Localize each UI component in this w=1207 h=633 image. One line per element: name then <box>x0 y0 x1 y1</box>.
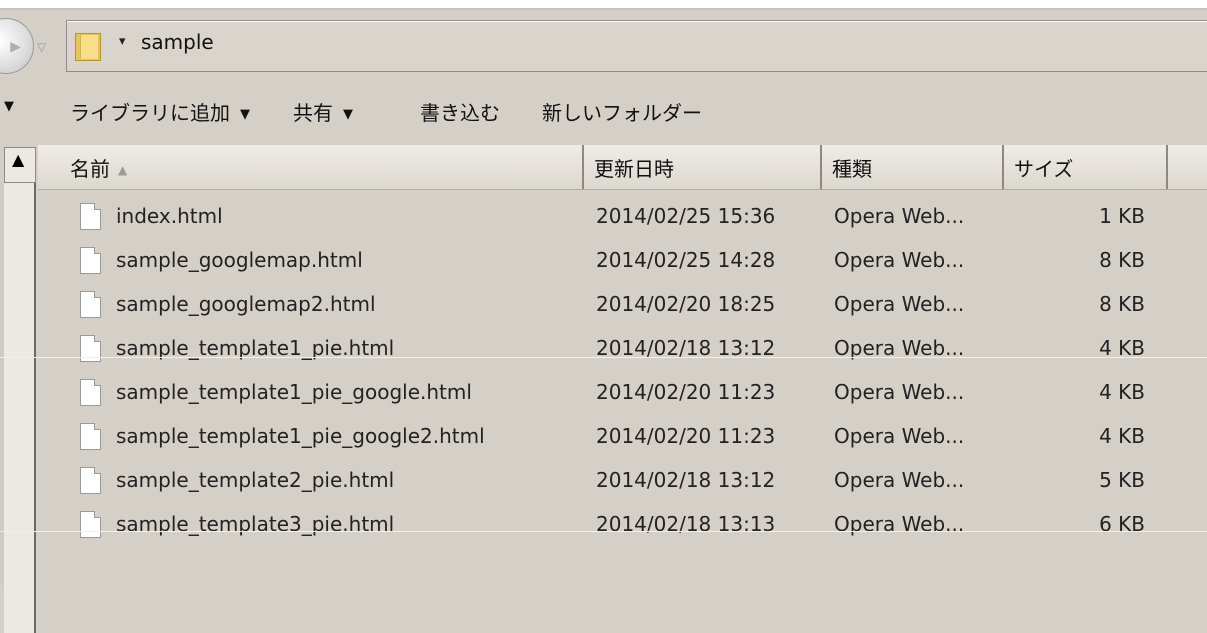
html-file-icon <box>80 203 101 230</box>
file-row[interactable]: sample_googlemap.html 2014/02/25 14:28 O… <box>38 240 1207 284</box>
file-size: 1 KB <box>1099 204 1145 228</box>
recent-pages-dropdown-icon[interactable]: ▽ <box>37 40 46 54</box>
file-date: 2014/02/20 11:23 <box>596 424 776 448</box>
share-button[interactable]: 共有 ▼ <box>293 97 353 126</box>
file-date: 2014/02/20 18:25 <box>596 292 776 316</box>
file-row[interactable]: sample_template1_pie_google.html 2014/02… <box>38 372 1207 416</box>
breadcrumb-dropdown-icon[interactable]: ▾ <box>119 34 126 49</box>
file-size: 4 KB <box>1099 424 1145 448</box>
file-name: sample_template1_pie_google.html <box>116 380 472 404</box>
file-date: 2014/02/18 13:13 <box>596 512 776 536</box>
file-name: index.html <box>116 204 223 228</box>
column-divider[interactable] <box>1166 145 1168 189</box>
breadcrumb-folder-sample[interactable]: sample <box>141 30 214 54</box>
render-artifact-line <box>0 531 1207 532</box>
burn-button[interactable]: 書き込む <box>420 97 500 126</box>
column-type-label: 種類 <box>832 157 872 181</box>
file-type: Opera Web... <box>834 204 965 228</box>
file-date: 2014/02/18 13:12 <box>596 468 776 492</box>
organize-dropdown-icon[interactable]: ▼ <box>4 99 14 114</box>
column-date-label: 更新日時 <box>594 157 674 181</box>
file-row[interactable]: index.html 2014/02/25 15:36 Opera Web...… <box>38 196 1207 240</box>
html-file-icon <box>80 247 101 274</box>
file-type: Opera Web... <box>834 292 965 316</box>
html-file-icon <box>80 511 101 538</box>
html-file-icon <box>80 423 101 450</box>
html-file-icon <box>80 467 101 494</box>
file-size: 6 KB <box>1099 512 1145 536</box>
share-label: 共有 <box>293 101 333 125</box>
window-top-edge <box>0 0 1207 8</box>
scroll-up-icon: ▲ <box>12 150 25 169</box>
scroll-up-button[interactable]: ▲ <box>4 147 36 183</box>
file-name: sample_googlemap.html <box>116 248 363 272</box>
file-size: 5 KB <box>1099 468 1145 492</box>
address-bar[interactable]: ▾ sample <box>66 20 1207 72</box>
file-list: index.html 2014/02/25 15:36 Opera Web...… <box>38 196 1207 548</box>
folder-icon <box>75 33 101 61</box>
file-type: Opera Web... <box>834 512 965 536</box>
file-date: 2014/02/20 11:23 <box>596 380 776 404</box>
file-name: sample_template2_pie.html <box>116 468 395 492</box>
file-name: sample_template3_pie.html <box>116 512 395 536</box>
file-row[interactable]: sample_template3_pie.html 2014/02/18 13:… <box>38 504 1207 548</box>
column-header-row: 名前 ▲ 更新日時 種類 サイズ <box>38 145 1207 190</box>
file-size: 8 KB <box>1099 248 1145 272</box>
render-artifact-line <box>0 357 1207 358</box>
column-size-label: サイズ <box>1014 157 1074 181</box>
column-header-date[interactable]: 更新日時 <box>584 145 822 189</box>
file-type: Opera Web... <box>834 248 965 272</box>
file-row[interactable]: sample_template1_pie_google2.html 2014/0… <box>38 416 1207 460</box>
command-toolbar: ▼ ライブラリに追加 ▼ 共有 ▼ 書き込む 新しいフォルダー <box>0 85 1207 137</box>
vertical-scrollbar[interactable]: ▲ <box>0 145 36 633</box>
sort-ascending-icon: ▲ <box>118 163 128 177</box>
column-name-label: 名前 <box>70 157 110 181</box>
back-button[interactable]: ▶ <box>0 18 34 74</box>
chevron-down-icon: ▼ <box>240 107 250 122</box>
window-top-divider <box>0 8 1207 10</box>
column-header-name[interactable]: 名前 ▲ <box>38 145 584 189</box>
file-row[interactable]: sample_template1_pie.html 2014/02/18 13:… <box>38 328 1207 372</box>
address-bar-row: ▶ ▽ ▾ sample <box>0 12 1207 74</box>
html-file-icon <box>80 379 101 406</box>
file-size: 8 KB <box>1099 292 1145 316</box>
file-name: sample_template1_pie_google2.html <box>116 424 485 448</box>
file-date: 2014/02/25 15:36 <box>596 204 776 228</box>
html-file-icon <box>80 291 101 318</box>
file-type: Opera Web... <box>834 468 965 492</box>
file-type: Opera Web... <box>834 424 965 448</box>
file-row[interactable]: sample_template2_pie.html 2014/02/18 13:… <box>38 460 1207 504</box>
file-type: Opera Web... <box>834 380 965 404</box>
new-folder-button[interactable]: 新しいフォルダー <box>542 97 702 126</box>
scrollbar-thumb[interactable] <box>4 183 36 633</box>
file-name: sample_googlemap2.html <box>116 292 376 316</box>
chevron-down-icon: ▼ <box>343 107 353 122</box>
add-to-library-label: ライブラリに追加 <box>70 101 230 125</box>
add-to-library-button[interactable]: ライブラリに追加 ▼ <box>70 97 250 126</box>
file-date: 2014/02/25 14:28 <box>596 248 776 272</box>
back-arrow-icon: ▶ <box>10 39 21 55</box>
file-row[interactable]: sample_googlemap2.html 2014/02/20 18:25 … <box>38 284 1207 328</box>
file-size: 4 KB <box>1099 380 1145 404</box>
column-header-type[interactable]: 種類 <box>822 145 1004 189</box>
column-header-size[interactable]: サイズ <box>1004 145 1168 189</box>
